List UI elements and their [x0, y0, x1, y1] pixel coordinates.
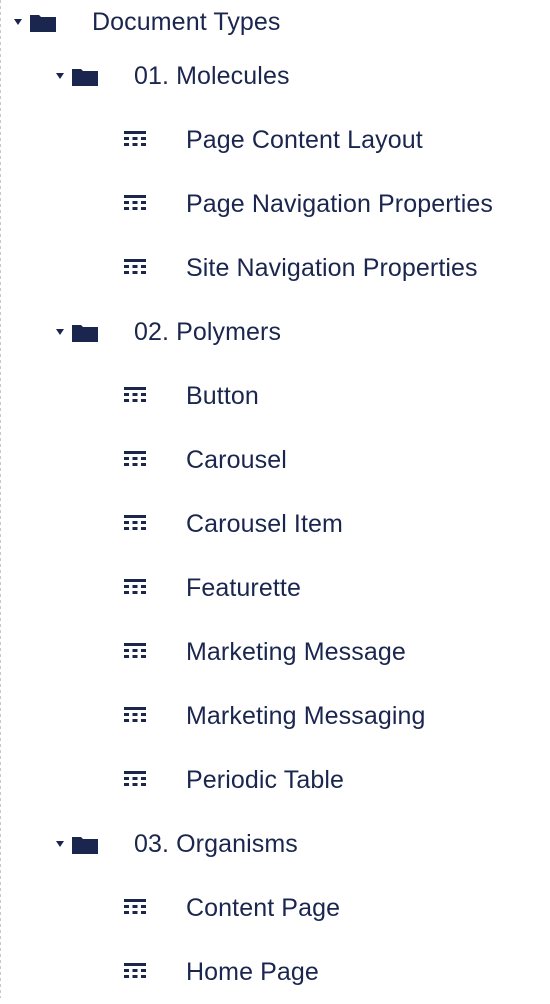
tree-item-marketing-message[interactable]: Marketing Message [0, 620, 550, 684]
document-type-icon [124, 707, 146, 725]
tree-item-label: Page Navigation Properties [186, 189, 493, 218]
document-type-icon [124, 515, 146, 533]
document-type-icon [124, 963, 146, 981]
caret-down-icon[interactable] [56, 73, 64, 79]
folder-icon [30, 12, 56, 32]
tree-item-marketing-messaging[interactable]: Marketing Messaging [0, 684, 550, 748]
caret-down-icon[interactable] [56, 841, 64, 847]
document-type-icon [124, 771, 146, 789]
tree-item-label: Home Page [186, 957, 319, 986]
tree-item-label: Page Content Layout [186, 125, 423, 154]
tree-node-organisms[interactable]: 03. Organisms [0, 812, 550, 876]
tree-node-label: 03. Organisms [134, 829, 298, 858]
folder-icon [72, 322, 98, 342]
tree-item-label: Carousel Item [186, 509, 343, 538]
tree-node-label: 01. Molecules [134, 61, 290, 90]
tree-item-carousel-item[interactable]: Carousel Item [0, 492, 550, 556]
tree-node-polymers[interactable]: 02. Polymers [0, 300, 550, 364]
tree-item-carousel[interactable]: Carousel [0, 428, 550, 492]
tree-item-label: Content Page [186, 893, 341, 922]
folder-icon [72, 834, 98, 854]
tree-item-content-page[interactable]: Content Page [0, 876, 550, 940]
tree-item-label: Carousel [186, 445, 287, 474]
tree-item-label: Periodic Table [186, 765, 344, 794]
tree-node-label: Document Types [92, 7, 281, 36]
tree-node-label: 02. Polymers [134, 317, 282, 346]
tree-item-label: Site Navigation Properties [186, 253, 478, 282]
document-type-icon [124, 259, 146, 277]
document-type-icon [124, 451, 146, 469]
tree-item-label: Marketing Messaging [186, 701, 426, 730]
document-type-icon [124, 643, 146, 661]
caret-down-icon[interactable] [56, 329, 64, 335]
tree-item-home-page[interactable]: Home Page [0, 940, 550, 1004]
document-types-tree: Document Types 01. Molecules Page Conten… [0, 0, 550, 1004]
folder-icon [72, 66, 98, 86]
tree-node-molecules[interactable]: 01. Molecules [0, 44, 550, 108]
tree-item-page-navigation-properties[interactable]: Page Navigation Properties [0, 172, 550, 236]
tree-item-periodic-table[interactable]: Periodic Table [0, 748, 550, 812]
tree-item-label: Featurette [186, 573, 301, 602]
tree-node-document-types[interactable]: Document Types [0, 0, 550, 44]
tree-item-featurette[interactable]: Featurette [0, 556, 550, 620]
caret-down-icon[interactable] [14, 19, 22, 25]
document-type-icon [124, 579, 146, 597]
tree-item-label: Button [186, 381, 259, 410]
document-type-icon [124, 899, 146, 917]
tree-item-label: Marketing Message [186, 637, 406, 666]
tree-item-button[interactable]: Button [0, 364, 550, 428]
document-type-icon [124, 195, 146, 213]
tree-item-page-content-layout[interactable]: Page Content Layout [0, 108, 550, 172]
tree-item-site-navigation-properties[interactable]: Site Navigation Properties [0, 236, 550, 300]
document-type-icon [124, 387, 146, 405]
document-type-icon [124, 131, 146, 149]
